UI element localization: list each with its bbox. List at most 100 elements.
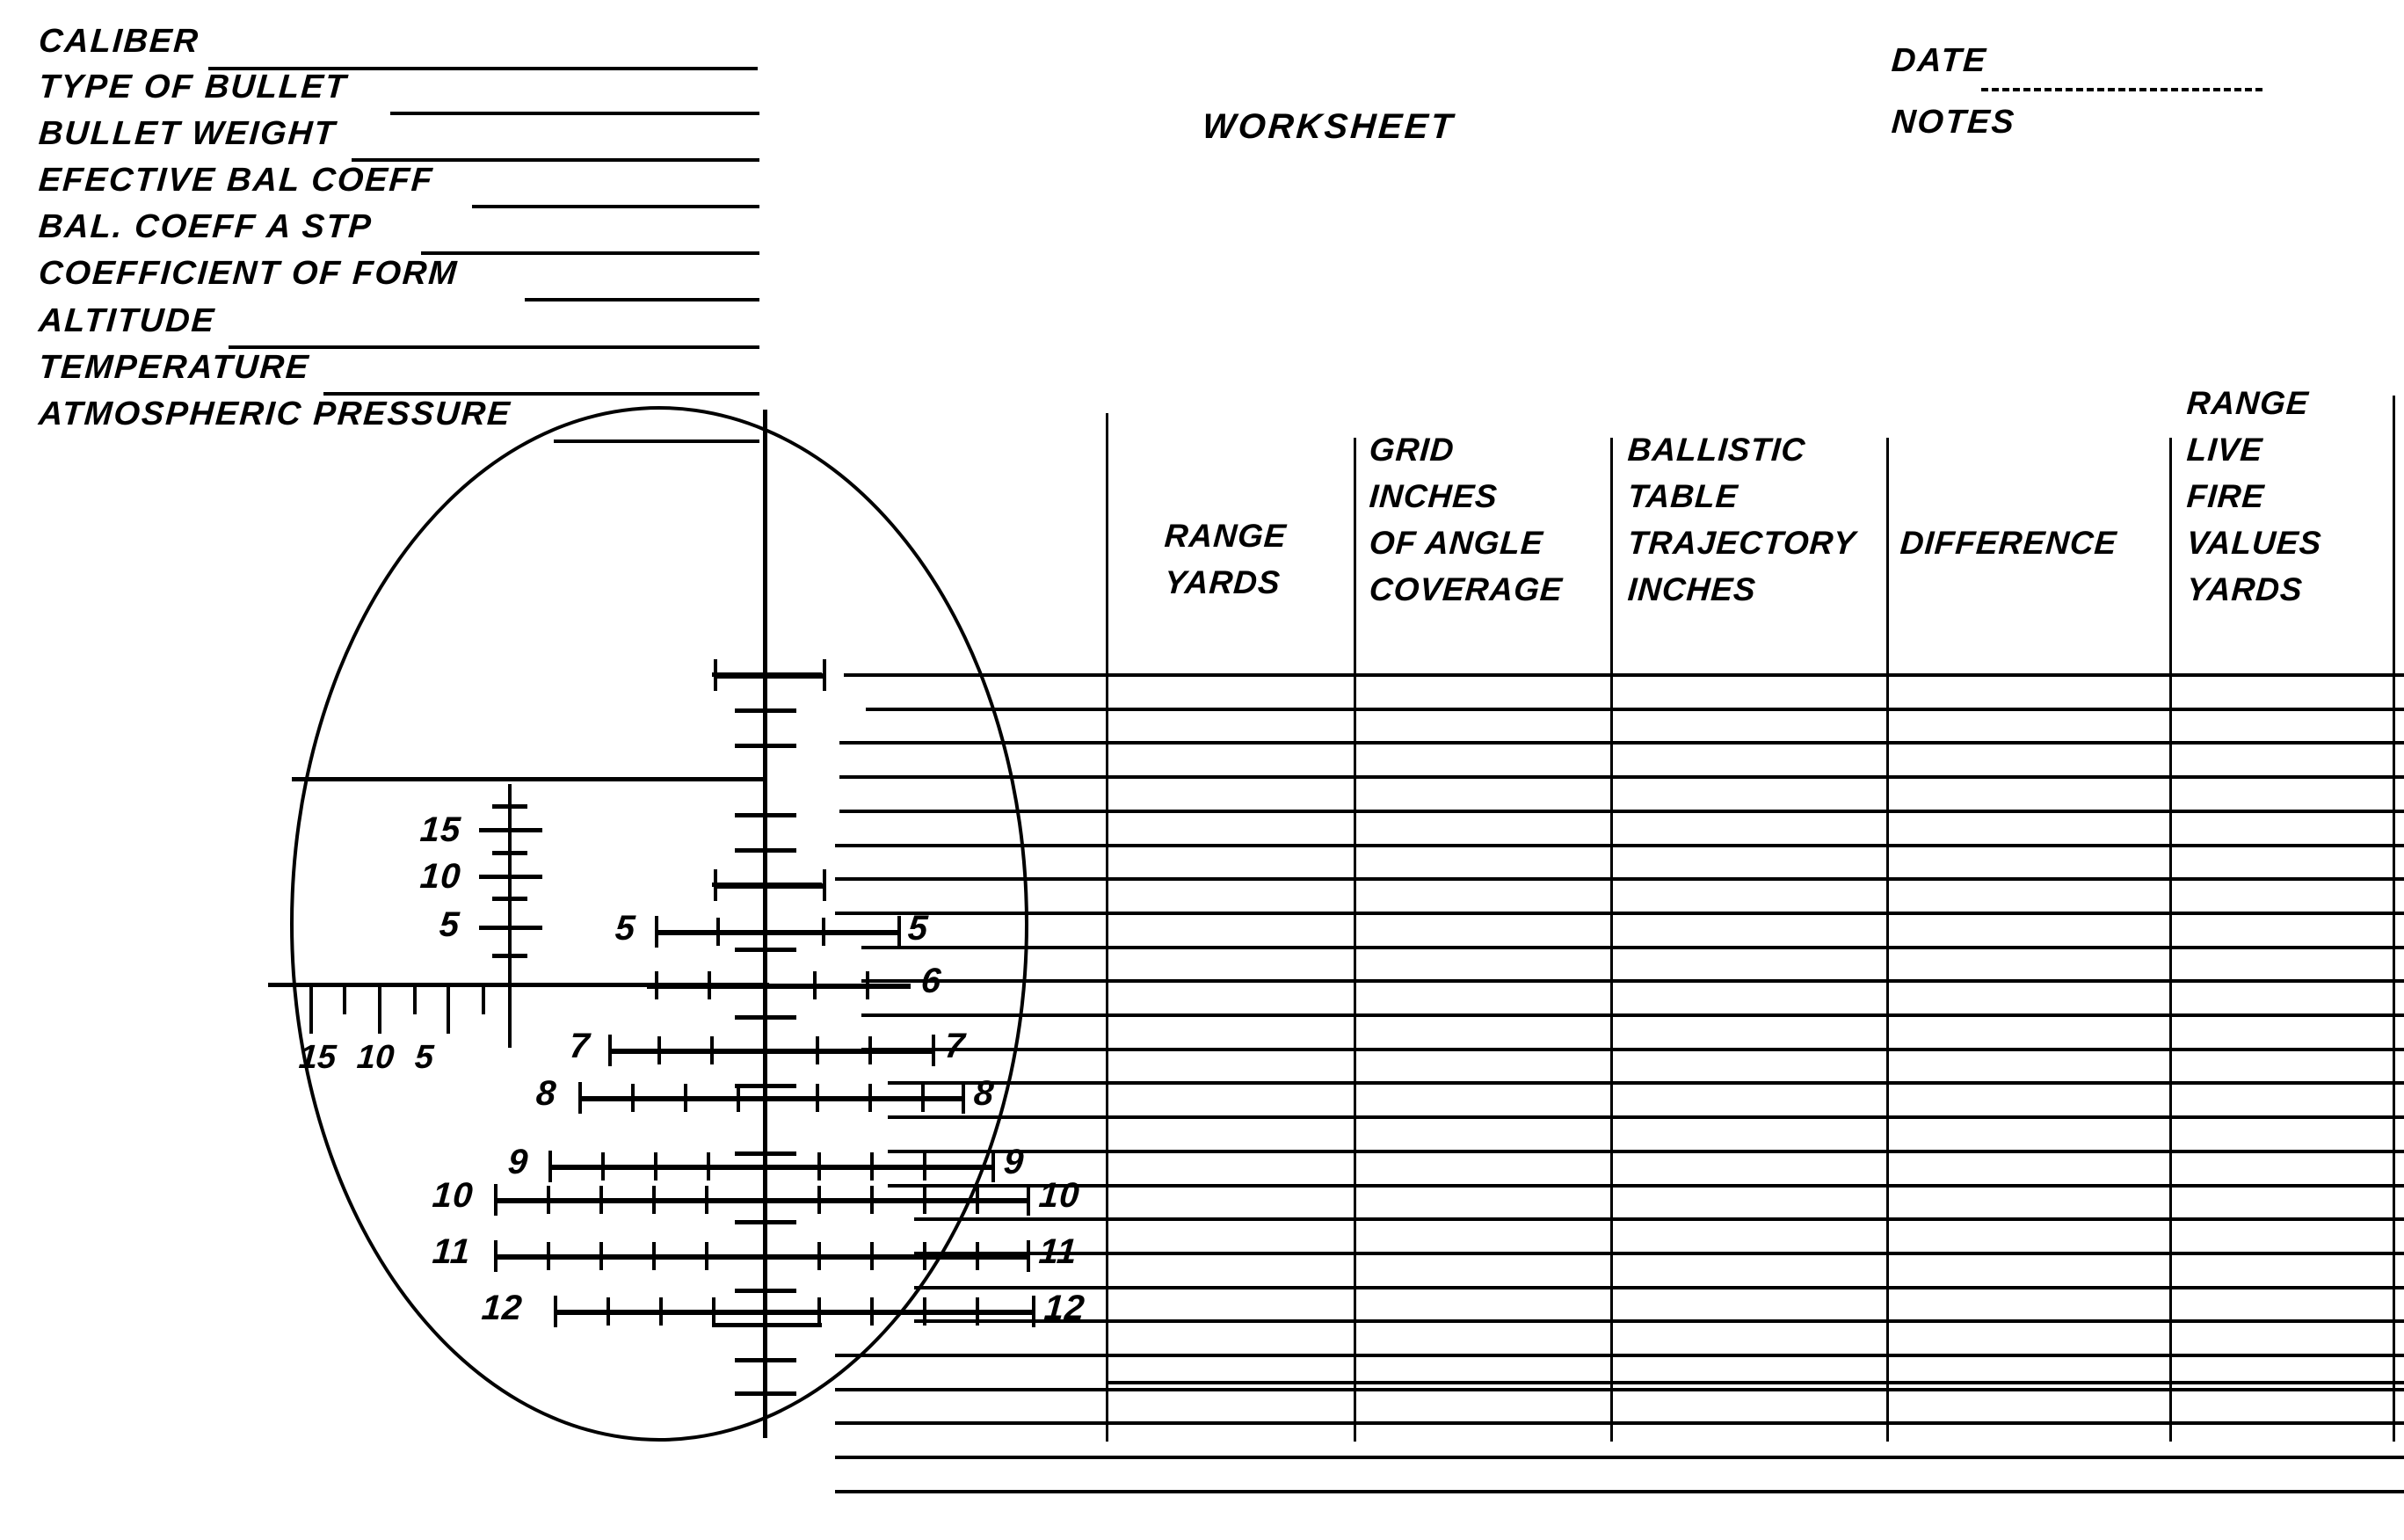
- stadia-bar-11-cap-right: [1027, 1240, 1030, 1272]
- column-header-range-live-fire-line-2: FIRE: [2185, 478, 2266, 514]
- column-header-ballistic-line-3: INCHES: [1626, 571, 1758, 607]
- stadia-left-label-11: 11: [431, 1232, 473, 1271]
- field-rule-coefficient-of-form[interactable]: [525, 298, 759, 301]
- table-row[interactable]: [866, 708, 2404, 711]
- table-row[interactable]: [914, 1217, 2404, 1221]
- stadia-bar-11-tick-4: [705, 1242, 708, 1270]
- table-row[interactable]: [914, 1319, 2404, 1323]
- hscale-label-5: 5: [413, 1039, 435, 1076]
- stadia-bar-8-tick-2: [684, 1084, 687, 1112]
- stadia-bar-5-cap-left: [655, 916, 658, 948]
- stadia-bar-11-tick-5: [817, 1242, 821, 1270]
- table-row[interactable]: [861, 979, 2404, 983]
- column-divider-2: [1610, 438, 1613, 1442]
- stadia-bar-12-tick-1: [606, 1297, 610, 1326]
- table-row[interactable]: [888, 1150, 2404, 1153]
- stadia-bar-10-tick-6: [870, 1186, 874, 1214]
- table-row[interactable]: [861, 946, 2404, 949]
- stadia-bar-9-cap-right: [991, 1151, 995, 1182]
- column-header-range-yards-line-1: YARDS: [1163, 564, 1282, 600]
- stadia-bar-10-cap-left: [494, 1184, 498, 1216]
- stadia-right-label-8: 8: [972, 1074, 996, 1113]
- stadia-bar-9: [548, 1165, 995, 1170]
- stalk-tick-7: [735, 1084, 796, 1088]
- stadia-bar-8-tick-3: [737, 1084, 740, 1112]
- table-row[interactable]: [835, 1456, 2404, 1459]
- stadia-left-label-7: 7: [568, 1027, 592, 1065]
- column-divider-0: [1106, 413, 1108, 1442]
- field-label-atmospheric-pressure: ATMOSPHERIC PRESSURE: [37, 396, 513, 432]
- stadia-bar-9-tick-2: [654, 1152, 657, 1180]
- stalk-tick-5: [735, 948, 796, 952]
- column-header-range-live-fire-line-4: YARDS: [2185, 571, 2305, 607]
- stadia-bar-5-tick-1: [716, 918, 720, 946]
- hscale-tick-short-1: [343, 984, 346, 1014]
- vscale-tick-short-4: [492, 954, 527, 958]
- stadia-left-label-9: 9: [506, 1143, 530, 1181]
- stadia-bar-9-tick-3: [707, 1152, 710, 1180]
- table-row[interactable]: [914, 1286, 2404, 1289]
- stadia-bar-12: [554, 1310, 1035, 1315]
- worksheet-page: CALIBER TYPE OF BULLET BULLET WEIGHT EFE…: [0, 0, 2404, 1540]
- stadia-bar-5-cap-right: [897, 916, 901, 948]
- column-divider-4: [2169, 438, 2172, 1442]
- stadia-bar-11-tick-1: [547, 1242, 550, 1270]
- hscale-label-15: 15: [297, 1039, 338, 1076]
- column-header-ballistic-line-0: BALLISTIC: [1626, 432, 1807, 468]
- column-divider-5: [2393, 396, 2395, 1442]
- table-row[interactable]: [914, 1252, 2404, 1255]
- stadia-bar-12-tick-5: [870, 1297, 874, 1326]
- field-label-type-of-bullet: TYPE OF BULLET: [37, 69, 349, 105]
- stadia-bar-12-tick-2: [659, 1297, 663, 1326]
- stalk-tick-8: [735, 1151, 796, 1156]
- field-rule-efective-bal-coeff[interactable]: [472, 205, 759, 208]
- table-row[interactable]: [888, 1081, 2404, 1085]
- top-bar-1-cap-left: [714, 659, 717, 691]
- stalk-tick-9: [735, 1220, 796, 1224]
- stadia-left-label-10: 10: [431, 1176, 476, 1215]
- stadia-bar-9-tick-6: [923, 1152, 926, 1180]
- stadia-bar-7-tick-3: [816, 1036, 819, 1064]
- page-title: WORKSHEET: [1201, 107, 1456, 146]
- table-row[interactable]: [861, 1048, 2404, 1051]
- stalk-tick-3: [735, 813, 796, 817]
- table-row[interactable]: [861, 1013, 2404, 1017]
- top-bar-1-cap-right: [823, 659, 826, 691]
- table-row[interactable]: [888, 1184, 2404, 1188]
- hscale-tick-15: [309, 984, 313, 1034]
- stadia-bar-8-tick-5: [868, 1084, 872, 1112]
- vscale-label-5: 5: [438, 905, 461, 944]
- vscale-tick-short-1: [492, 804, 527, 809]
- stalk-tick-2: [735, 744, 796, 748]
- stadia-bar-10-tick-1: [547, 1186, 550, 1214]
- field-label-bal-coeff-a-stp: BAL. COEFF A STP: [37, 208, 374, 245]
- hscale-label-10: 10: [355, 1039, 396, 1076]
- stadia-bar-12-cap-left: [554, 1296, 557, 1327]
- hscale-tick-short-3: [482, 984, 485, 1014]
- column-header-grid-line-2: OF ANGLE: [1368, 525, 1545, 561]
- table-row[interactable]: [835, 1490, 2404, 1493]
- column-header-difference: DIFFERENCE: [1899, 525, 2118, 561]
- notes-label: NOTES: [1890, 104, 2017, 141]
- stadia-bar-7-cap-left: [608, 1035, 612, 1066]
- stadia-bar-7-tick-1: [657, 1036, 661, 1064]
- table-row[interactable]: [888, 1115, 2404, 1119]
- stadia-bar-12-tick-3: [712, 1297, 715, 1326]
- hscale-tick-10: [378, 984, 381, 1034]
- date-rule[interactable]: [1981, 88, 2262, 91]
- column-header-grid-line-3: COVERAGE: [1368, 571, 1565, 607]
- stadia-bar-12-tick-4: [817, 1297, 821, 1326]
- stadia-bar-8-tick-4: [816, 1084, 819, 1112]
- stadia-right-label-10: 10: [1037, 1176, 1082, 1215]
- field-rule-type-of-bullet[interactable]: [390, 112, 759, 115]
- stadia-bar-8-cap-left: [578, 1082, 582, 1114]
- field-rule-bal-coeff-a-stp[interactable]: [421, 251, 759, 255]
- stadia-bar-10: [494, 1198, 1030, 1203]
- stalk-wide-stub-bottom: [712, 1323, 822, 1327]
- vscale-tick-short-3: [492, 897, 527, 901]
- stadia-bar-10-tick-4: [705, 1186, 708, 1214]
- reticle-horizontal-crosshair-upper: [292, 777, 766, 781]
- stadia-bar-9-tick-5: [870, 1152, 874, 1180]
- stadia-bar-6-tick-3: [813, 971, 817, 999]
- stalk-tick-10: [735, 1289, 796, 1293]
